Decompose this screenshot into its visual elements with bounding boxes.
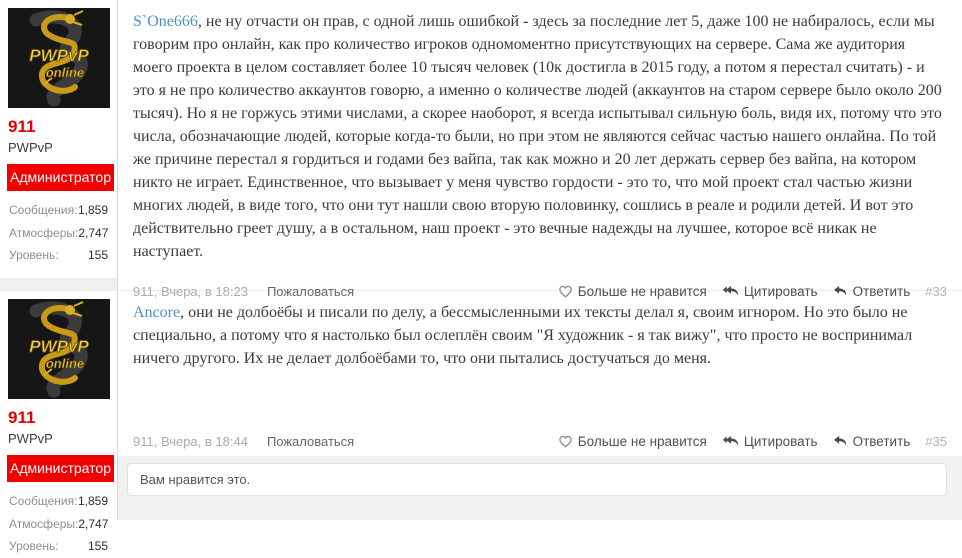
stat-label: Атмосферы: (9, 226, 78, 240)
stat-label: Уровень: (9, 539, 59, 553)
forum-post: PWPvP online 911 PWPvP Администратор Соо… (0, 0, 962, 291)
author-pane: PWPvP online 911 PWPvP Администратор Соо… (0, 0, 118, 290)
mention-link[interactable]: S`One666 (133, 13, 198, 30)
mention-link[interactable]: Ancore (133, 304, 180, 321)
stat-row-level: Уровень: 155 (9, 535, 108, 558)
author-username[interactable]: 911 (8, 408, 117, 428)
unlike-label: Больше не нравится (578, 434, 707, 449)
author-username[interactable]: 911 (8, 117, 117, 137)
author-group: PWPvP (8, 431, 117, 446)
stat-label: Атмосферы: (9, 517, 78, 531)
stat-label: Сообщения: (9, 494, 77, 508)
report-link[interactable]: Пожаловаться (267, 434, 354, 449)
unlike-button[interactable]: Больше не нравится (558, 434, 707, 449)
quote-button[interactable]: Цитировать (722, 434, 818, 449)
avatar-text-line1: PWPvP (29, 337, 89, 356)
likes-summary: Вам нравится это. (127, 463, 947, 496)
quote-icon (722, 435, 739, 448)
stat-value: 2,747 (78, 226, 108, 240)
post-footer: 911, Вчера, в 18:44 Пожаловаться Больше … (118, 434, 962, 449)
likes-section: Вам нравится это. (118, 456, 962, 520)
forum-post: PWPvP online 911 PWPvP Администратор Соо… (0, 291, 962, 520)
avatar[interactable]: PWPvP online (8, 299, 110, 399)
author-pane-filler (0, 278, 117, 291)
stat-row-level: Уровень: 155 (9, 244, 108, 267)
avatar-text-line2: online (46, 65, 84, 80)
forum-post-list: PWPvP online 911 PWPvP Администратор Соо… (0, 0, 962, 520)
stat-row-atmospheres: Атмосферы: 2,747 (9, 513, 108, 536)
author-group: PWPvP (8, 140, 117, 155)
admin-badge: Администратор (7, 164, 114, 191)
avatar-text-line1: PWPvP (29, 46, 89, 65)
post-meta-timestamp: 911, Вчера, в 18:44 (133, 434, 248, 449)
stat-row-atmospheres: Атмосферы: 2,747 (9, 222, 108, 245)
post-body: Ancore, они не долбоёбы и писали по делу… (118, 291, 962, 370)
author-stats: Сообщения: 1,859 Атмосферы: 2,747 Уровен… (9, 199, 108, 267)
author-stats: Сообщения: 1,859 Атмосферы: 2,747 Уровен… (9, 490, 108, 558)
heart-icon (558, 434, 573, 449)
dragon-avatar-image: PWPvP online (8, 299, 110, 399)
post-main: S`One666, не ну отчасти он прав, с одной… (118, 0, 962, 290)
stat-value: 1,859 (78, 494, 108, 508)
stat-value: 1,859 (78, 203, 108, 217)
author-pane: PWPvP online 911 PWPvP Администратор Соо… (0, 291, 118, 520)
reply-button[interactable]: Ответить (833, 434, 911, 449)
avatar[interactable]: PWPvP online (8, 8, 110, 108)
quote-label: Цитировать (744, 434, 818, 449)
dragon-avatar-image: PWPvP online (8, 8, 110, 108)
admin-badge: Администратор (7, 455, 114, 482)
stat-value: 155 (88, 539, 108, 553)
stat-value: 155 (88, 248, 108, 262)
stat-value: 2,747 (78, 517, 108, 531)
stat-row-messages: Сообщения: 1,859 (9, 490, 108, 513)
post-number-link[interactable]: #35 (925, 434, 947, 449)
post-text: , не ну отчасти он прав, с одной лишь ош… (133, 13, 942, 260)
post-text: , они не долбоёбы и писали по делу, а бе… (133, 304, 912, 367)
avatar-text-line2: online (46, 356, 84, 371)
stat-label: Сообщения: (9, 203, 77, 217)
post-body: S`One666, не ну отчасти он прав, с одной… (118, 0, 962, 263)
reply-label: Ответить (853, 434, 911, 449)
stat-label: Уровень: (9, 248, 59, 262)
stat-row-messages: Сообщения: 1,859 (9, 199, 108, 222)
reply-arrow-icon (833, 435, 848, 448)
post-main: Ancore, они не долбоёбы и писали по делу… (118, 291, 962, 520)
post-actions: Больше не нравится Цитировать Ответить #… (558, 434, 947, 449)
